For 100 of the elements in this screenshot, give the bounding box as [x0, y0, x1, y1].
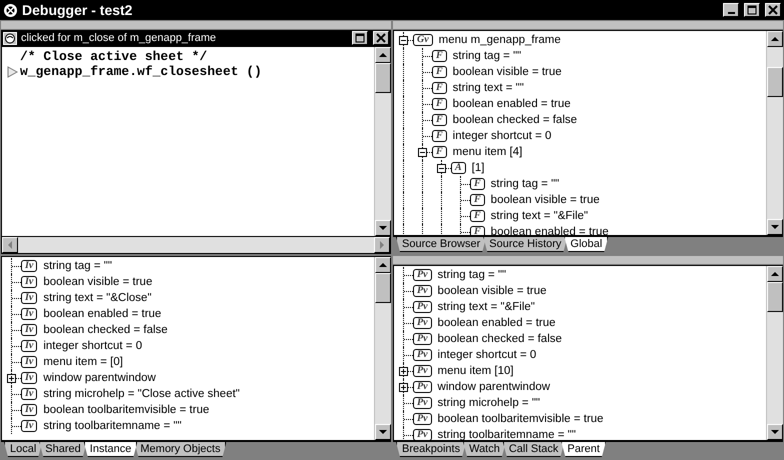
tree-item[interactable]: string tag = "" [452, 50, 522, 62]
tab[interactable]: Memory Objects [134, 442, 226, 457]
collapse-icon[interactable] [437, 164, 446, 173]
expand-icon[interactable] [7, 374, 16, 383]
tab[interactable]: Shared [39, 442, 87, 457]
tab[interactable]: Watch [463, 442, 506, 457]
tree-item[interactable]: string tag = "" [490, 178, 560, 190]
tree-item[interactable]: string text = "&File" [490, 210, 588, 222]
vertical-scrollbar[interactable] [374, 257, 391, 440]
scroll-down-button[interactable] [375, 424, 391, 440]
variable-badge: F [432, 66, 447, 78]
tab[interactable]: Global [564, 237, 608, 252]
variable-badge: Iv [21, 340, 38, 352]
minimize-button[interactable] [723, 3, 739, 17]
scroll-up-button[interactable] [375, 257, 391, 273]
scroll-up-button[interactable] [767, 266, 783, 282]
tree-item[interactable]: boolean visible = true [43, 276, 152, 288]
tree-item[interactable]: boolean enabled = true [438, 317, 556, 329]
window-title: Debugger - test2 [22, 2, 134, 18]
tab[interactable]: Local [4, 442, 42, 457]
variable-badge: Pv [413, 365, 432, 377]
expand-icon[interactable] [399, 383, 408, 392]
tree-item[interactable]: string text = "&Close" [43, 292, 152, 304]
scroll-left-button[interactable] [2, 237, 18, 253]
scroll-up-button[interactable] [375, 47, 391, 63]
variable-badge: F [470, 210, 485, 222]
variable-badge: F [470, 226, 485, 235]
variable-badge: Iv [21, 372, 38, 384]
tree-item[interactable]: menu item [10] [438, 365, 514, 377]
tree-item[interactable]: string tag = "" [438, 269, 506, 281]
variable-badge: F [470, 178, 485, 190]
tree-item[interactable]: string microhelp = "" [438, 397, 540, 409]
variable-badge: Iv [21, 260, 38, 272]
variable-badge: Iv [21, 324, 38, 336]
tree-item[interactable]: string text = "" [452, 82, 524, 94]
maximize-button[interactable] [352, 31, 368, 45]
close-button[interactable] [373, 31, 389, 45]
variable-badge: Iv [21, 276, 38, 288]
tree-item[interactable]: integer shortcut = 0 [43, 340, 142, 352]
tab[interactable]: Call Stack [502, 442, 564, 457]
scroll-up-button[interactable] [767, 31, 783, 47]
current-line-icon [6, 64, 20, 78]
tree-item[interactable]: string microhelp = "Close active sheet" [43, 388, 240, 400]
variable-badge: Pv [413, 301, 432, 313]
tree-item[interactable]: boolean toolbaritemvisible = true [438, 413, 604, 425]
expand-icon[interactable] [399, 367, 408, 376]
variable-badge: Pv [413, 285, 432, 297]
tree-item[interactable]: boolean visible = true [438, 285, 547, 297]
tree-item[interactable]: menu item = [0] [43, 356, 123, 368]
tree-item[interactable]: menu item [4] [452, 146, 522, 158]
tab[interactable]: Instance [84, 442, 138, 457]
tree-item[interactable]: boolean visible = true [490, 194, 600, 206]
tree-item[interactable]: integer shortcut = 0 [438, 349, 536, 361]
horizontal-scrollbar[interactable] [1, 237, 391, 254]
variable-badge: Pv [413, 413, 432, 425]
scroll-thumb[interactable] [375, 63, 391, 93]
scroll-down-button[interactable] [375, 220, 391, 236]
vertical-scrollbar[interactable] [374, 47, 391, 236]
tree-item[interactable]: boolean checked = false [43, 324, 168, 336]
tree-item[interactable]: boolean checked = false [438, 333, 562, 345]
tree-item[interactable]: boolean enabled = true [452, 98, 571, 110]
tree-item[interactable]: boolean enabled = true [43, 308, 162, 320]
tree-item[interactable]: window parentwindow [43, 372, 156, 384]
code-line: w_genapp_frame.wf_closesheet () [20, 64, 262, 79]
tab[interactable]: Source History [483, 237, 568, 252]
variable-badge: Pv [413, 269, 432, 281]
tree-item[interactable]: boolean toolbaritemvisible = true [43, 404, 210, 416]
scroll-right-button[interactable] [374, 237, 390, 253]
variable-badge: Iv [21, 388, 38, 400]
maximize-button[interactable] [744, 3, 760, 17]
variable-badge: F [432, 98, 447, 110]
tree-item[interactable]: string toolbaritemname = "" [43, 420, 182, 432]
scroll-down-button[interactable] [767, 219, 783, 235]
tree-item[interactable]: integer shortcut = 0 [452, 130, 552, 142]
tree-item[interactable]: boolean visible = true [452, 66, 562, 78]
vertical-scrollbar[interactable] [766, 31, 783, 235]
source-title: clicked for m_close of m_genapp_frame [21, 32, 218, 44]
scroll-thumb[interactable] [767, 67, 783, 97]
variable-badge: Pv [413, 333, 432, 345]
vertical-scrollbar[interactable] [766, 266, 783, 440]
tree-item[interactable]: menu m_genapp_frame [438, 34, 561, 46]
scroll-thumb[interactable] [767, 282, 783, 312]
variable-badge: A [451, 162, 466, 174]
close-button[interactable] [765, 3, 781, 17]
tree-item[interactable]: [1] [472, 162, 484, 174]
code-line: /* Close active sheet */ [20, 49, 208, 64]
tab[interactable]: Breakpoints [396, 442, 466, 457]
tab[interactable]: Source Browser [396, 237, 486, 252]
tree-item[interactable]: string tag = "" [43, 260, 112, 272]
scroll-thumb[interactable] [375, 273, 391, 303]
tree-item[interactable]: boolean checked = false [452, 114, 578, 126]
collapse-icon[interactable] [399, 36, 408, 45]
variable-badge: Iv [21, 308, 38, 320]
tree-item[interactable]: string text = "&File" [438, 301, 535, 313]
tree-item[interactable]: window parentwindow [438, 381, 550, 393]
tree-item[interactable]: boolean enabled = true [490, 226, 609, 235]
variable-badge: Pv [413, 381, 432, 393]
scroll-down-button[interactable] [767, 424, 783, 440]
tab[interactable]: Parent [561, 442, 606, 457]
collapse-icon[interactable] [418, 148, 427, 157]
